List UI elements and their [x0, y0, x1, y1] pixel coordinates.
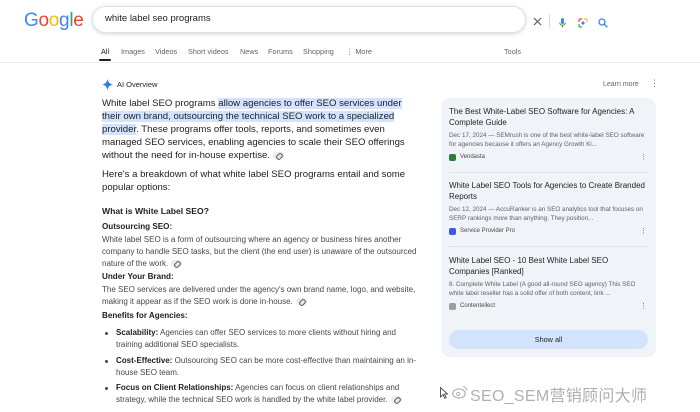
brand-text: The SEO services are delivered under the…: [102, 284, 417, 308]
tab-images[interactable]: Images: [121, 47, 145, 56]
brand-paragraph: The SEO services are delivered under the…: [102, 285, 416, 306]
logo-letter: e: [73, 10, 84, 31]
source-card[interactable]: White Label SEO - 10 Best White Label SE…: [449, 255, 648, 311]
site-favicon-icon: [449, 303, 456, 310]
tab-videos[interactable]: Videos: [155, 47, 177, 56]
benefit-item: Focus on Client Relationships: Agencies …: [116, 382, 416, 406]
source-link-icon[interactable]: [390, 396, 402, 404]
search-input[interactable]: white label seo programs: [105, 13, 211, 24]
heading-what-is: What is White Label SEO?: [102, 206, 209, 216]
heading-outsourcing: Outsourcing SEO:: [102, 222, 173, 231]
bullet: [105, 387, 108, 390]
watermark-text: SEO_SEM营销顾问大师: [470, 388, 648, 405]
intro-text-cont: . These programs offer tools, reports, a…: [102, 124, 405, 161]
source-title[interactable]: White Label SEO - 10 Best White Label SE…: [449, 255, 648, 277]
site-favicon-icon: [449, 228, 456, 235]
tab-more[interactable]: ⋮ More: [346, 47, 372, 56]
logo-letter: G: [24, 10, 39, 31]
source-snippet: Dec 17, 2024 — SEMrush is one of the bes…: [449, 132, 645, 148]
tab-short-videos[interactable]: Short videos: [188, 47, 229, 56]
sources-panel: The Best White-Label SEO Software for Ag…: [441, 98, 656, 357]
benefit-item: Cost-Effective: Outsourcing SEO can be m…: [116, 355, 416, 379]
site-favicon-icon: [449, 154, 456, 161]
more-options-icon[interactable]: ⋮: [640, 153, 647, 162]
ai-sparkle-icon: [102, 79, 113, 90]
ai-overview-label: AI Overview: [117, 80, 158, 89]
card-divider: [449, 172, 648, 173]
outsourcing-paragraph: White label SEO is a form of outsourcing…: [102, 235, 417, 268]
microphone-icon[interactable]: [559, 18, 566, 28]
breakdown-text: Here's a breakdown of what white label S…: [102, 169, 406, 193]
search-divider: [549, 14, 550, 28]
source-site-name: Vendasta: [460, 154, 486, 160]
outsourcing-text: White label SEO is a form of outsourcing…: [102, 234, 417, 270]
bullet: [105, 332, 108, 335]
learn-more-link[interactable]: Learn more: [603, 81, 639, 88]
logo-letter: g: [59, 10, 70, 31]
source-site: Vendasta ⋮: [449, 153, 648, 162]
benefit-title: Scalability:: [116, 328, 159, 337]
weibo-logo-icon: [452, 385, 468, 399]
search-icon[interactable]: [598, 18, 608, 28]
tab-shopping[interactable]: Shopping: [303, 47, 334, 56]
bullet: [105, 360, 108, 363]
ai-overview-intro: White label SEO programs allow agencies …: [102, 97, 417, 162]
intro-text: White label SEO programs: [102, 98, 219, 109]
source-snippet: 8. Complete White Label (A good all-roun…: [449, 281, 636, 297]
heading-benefits: Benefits for Agencies:: [102, 311, 188, 320]
source-link-icon[interactable]: [295, 298, 307, 306]
logo-letter: o: [48, 10, 60, 31]
tab-forums[interactable]: Forums: [268, 47, 293, 56]
source-site: Contentellect ⋮: [449, 302, 648, 311]
show-all-button[interactable]: Show all: [449, 330, 648, 349]
source-snippet: Dec 12, 2024 — AccuRanker is an SEO anal…: [449, 206, 643, 222]
header-divider: [0, 62, 700, 63]
logo-letter: o: [38, 10, 49, 31]
source-title[interactable]: The Best White-Label SEO Software for Ag…: [449, 106, 648, 128]
close-icon[interactable]: [533, 17, 542, 26]
more-options-icon[interactable]: ⋮: [640, 227, 647, 236]
source-link-icon[interactable]: [171, 260, 183, 268]
google-logo[interactable]: Google: [24, 10, 84, 32]
source-card[interactable]: The Best White-Label SEO Software for Ag…: [449, 106, 648, 162]
source-link-icon[interactable]: [273, 151, 284, 159]
search-tabs: All Images Videos Short videos News Foru…: [0, 42, 700, 62]
source-site: Service Provider Pro ⋮: [449, 227, 648, 236]
tab-tools[interactable]: Tools: [504, 47, 521, 56]
google-lens-icon[interactable]: [578, 18, 588, 28]
mouse-cursor-icon: [440, 387, 448, 399]
source-card[interactable]: White Label SEO Tools for Agencies to Cr…: [449, 180, 648, 236]
source-site-name: Contentellect: [460, 303, 496, 309]
search-box[interactable]: white label seo programs: [92, 6, 608, 33]
more-options-icon[interactable]: ⋮: [650, 79, 659, 88]
card-divider: [449, 246, 648, 247]
active-tab-indicator: [99, 59, 111, 61]
source-site-name: Service Provider Pro: [460, 228, 516, 234]
benefit-title: Cost-Effective:: [116, 356, 173, 365]
benefit-item: Scalability: Agencies can offer SEO serv…: [116, 327, 416, 351]
benefit-text: Agencies can offer SEO services to more …: [116, 328, 396, 349]
heading-brand: Under Your Brand:: [102, 272, 174, 281]
source-title[interactable]: White Label SEO Tools for Agencies to Cr…: [449, 180, 648, 202]
more-options-icon[interactable]: ⋮: [640, 302, 647, 311]
tab-news[interactable]: News: [240, 47, 258, 56]
tab-all[interactable]: All: [101, 47, 109, 56]
benefit-title: Focus on Client Relationships:: [116, 383, 234, 392]
